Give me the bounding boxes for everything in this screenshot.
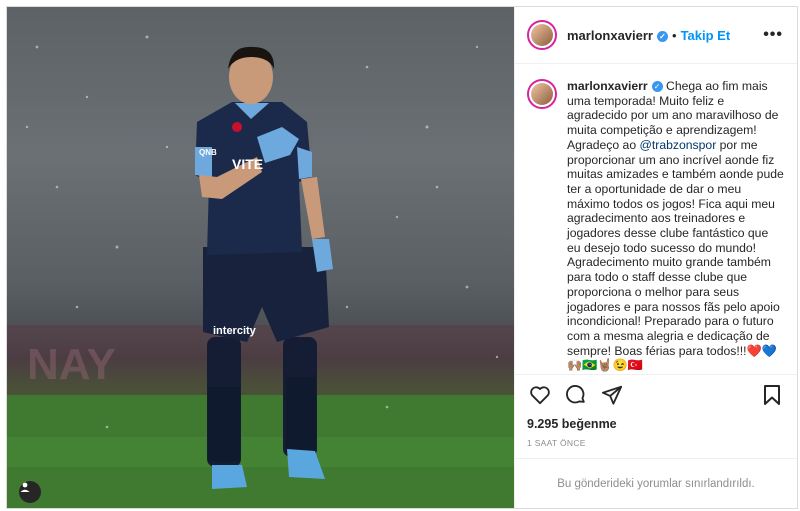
user-tag-icon xyxy=(20,482,30,492)
svg-text:NAY: NAY xyxy=(27,340,116,389)
comment-button[interactable] xyxy=(563,382,589,408)
post-header: marlonxavierr ✓ • Takip Et ••• xyxy=(515,7,797,64)
save-button[interactable] xyxy=(759,382,785,408)
post-side-panel: marlonxavierr ✓ • Takip Et ••• marlonxavi… xyxy=(514,7,797,508)
comments-restricted-notice: Bu gönderideki yorumlar sınırlandırıldı. xyxy=(515,458,797,508)
heart-icon xyxy=(530,385,550,404)
football-player-image: NAY VITE QNB intercity xyxy=(7,35,514,508)
caption-username-link[interactable]: marlonxavierr xyxy=(567,79,648,93)
separator-dot: • xyxy=(672,27,677,43)
share-button[interactable] xyxy=(599,382,625,408)
like-button[interactable] xyxy=(527,382,553,408)
shorts-sponsor-text: intercity xyxy=(213,325,257,337)
likes-count[interactable]: 9.295 beğenme xyxy=(515,414,797,434)
bookmark-icon xyxy=(764,384,780,405)
post-timestamp[interactable]: 1 SAAT ÖNCE xyxy=(515,434,797,458)
username-text: marlonxavierr xyxy=(567,27,653,43)
comment-icon xyxy=(566,384,585,403)
follow-button[interactable]: Takip Et xyxy=(681,28,731,43)
instagram-post: NAY VITE QNB intercity marlonxavierr ✓ •… xyxy=(6,6,798,509)
post-photo[interactable]: NAY VITE QNB intercity xyxy=(7,7,514,508)
user-tag-button[interactable] xyxy=(19,481,41,503)
more-options-icon[interactable]: ••• xyxy=(763,26,783,44)
mention-link[interactable]: @trabzonspor xyxy=(640,138,717,152)
verified-badge-icon: ✓ xyxy=(651,81,663,92)
jersey-sponsor-text: VITE xyxy=(232,156,263,172)
caption-avatar[interactable] xyxy=(527,79,557,109)
avatar[interactable] xyxy=(527,20,557,50)
paper-plane-icon xyxy=(601,385,623,405)
caption-text: marlonxavierr ✓ Chega ao fim mais uma tem… xyxy=(567,79,785,374)
verified-badge-icon: ✓ xyxy=(657,30,668,42)
username-link[interactable]: marlonxavierr ✓ xyxy=(567,28,668,43)
jersey-badge-text: QNB xyxy=(199,148,217,157)
caption-part2: por me proporcionar um ano incrível aond… xyxy=(567,137,784,373)
post-actions xyxy=(515,374,797,414)
caption-area: marlonxavierr ✓ Chega ao fim mais uma tem… xyxy=(515,64,797,374)
